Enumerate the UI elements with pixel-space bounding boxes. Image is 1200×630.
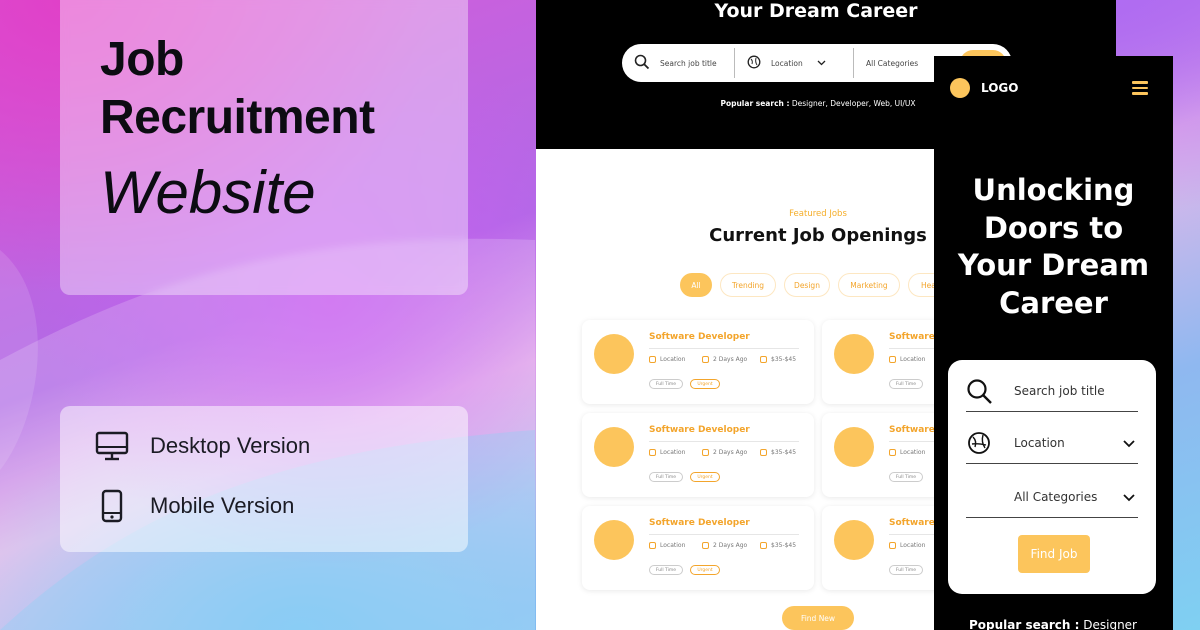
chevron-down-icon [1122,490,1136,504]
job-posted: 2 Days Ago [702,542,747,549]
job-posted: 2 Days Ago [702,356,747,363]
desktop-search-placeholder: Search job title [660,58,717,68]
job-type-tag: Full Time [889,379,923,389]
job-type-tag: Full Time [649,565,683,575]
location-icon [649,449,656,456]
urgent-tag: Urgent [690,379,720,389]
mobile-category-select[interactable]: All Categories [966,478,1138,518]
urgent-tag: Urgent [690,565,720,575]
mobile-version-label: Mobile Version [150,493,295,518]
job-location: Location [889,449,925,456]
desktop-popular-items: Designer, Developer, Web, UI/UX [789,99,916,108]
location-icon [649,542,656,549]
job-posted: 2 Days Ago [702,449,747,456]
job-location: Location [649,449,685,456]
job-title: Software Developer [649,518,750,528]
search-icon [966,378,994,406]
job-title: Software Developer [649,332,750,342]
location-icon [889,449,896,456]
title-website: Website [100,159,316,226]
chevron-down-icon [817,59,826,68]
calendar-icon [702,356,709,363]
job-title: Software [889,518,935,528]
job-type-tag: Full Time [889,565,923,575]
mobile-popular-label: Popular search : [969,618,1080,630]
desktop-location-select[interactable]: Location [735,44,853,82]
desktop-version-item: Desktop Version [94,428,310,464]
mobile-location-select[interactable]: Location [966,424,1138,464]
hamburger-menu-icon[interactable] [1132,81,1148,95]
job-salary: $35-$45 [760,449,796,456]
mobile-mockup: LOGO Unlocking Doors to Your Dream Caree… [934,56,1173,630]
desktop-popular-label: Popular search : [720,99,790,108]
title-recruitment: Recruitment [100,91,375,144]
company-logo [594,334,634,374]
find-job-button[interactable]: Find Job [1018,535,1090,573]
desktop-monitor-icon [94,428,130,464]
location-icon [889,542,896,549]
divider [649,534,799,535]
divider [649,441,799,442]
mobile-categories-label: All Categories [1014,490,1098,504]
mobile-phone-icon [94,488,130,524]
job-title: Software [889,425,935,435]
mobile-popular-search: Popular search : Designer [969,618,1137,630]
money-icon [760,449,767,456]
divider [649,348,799,349]
mobile-location-label: Location [1014,436,1065,450]
mobile-search-form: Search job title Location All Categories… [948,360,1156,594]
version-card: Desktop Version Mobile Version [60,406,468,552]
mobile-version-item: Mobile Version [94,488,294,524]
job-salary: $35-$45 [760,542,796,549]
job-location: Location [649,356,685,363]
desktop-categories-label: All Categories [866,58,919,68]
mobile-popular-first: Designer [1079,618,1137,630]
job-location: Location [649,542,685,549]
mobile-search-placeholder: Search job title [1014,384,1105,398]
job-salary: $35-$45 [760,356,796,363]
desktop-hero-title: Your Dream Career [714,0,918,22]
location-globe-icon [966,430,994,458]
filter-chip-design[interactable]: Design [784,273,830,297]
title-job: Job [100,33,184,86]
logo-text: LOGO [981,81,1019,95]
job-card[interactable]: Software Developer Location 2 Days Ago $… [582,506,814,590]
job-title: Software [889,332,935,342]
job-title: Software Developer [649,425,750,435]
filter-chip-marketing[interactable]: Marketing [838,273,900,297]
company-logo [834,520,874,560]
company-logo [594,427,634,467]
job-type-tag: Full Time [649,379,683,389]
location-icon [889,356,896,363]
company-logo [834,427,874,467]
location-globe-icon [747,55,761,71]
job-type-tag: Full Time [649,472,683,482]
job-location: Location [889,356,925,363]
job-location: Location [889,542,925,549]
job-type-tag: Full Time [889,472,923,482]
filter-chip-trending[interactable]: Trending [720,273,776,297]
chevron-down-icon [1122,436,1136,450]
urgent-tag: Urgent [690,472,720,482]
company-logo [834,334,874,374]
search-icon [634,54,650,72]
title-card: Job Recruitment Website [60,0,468,295]
find-new-button[interactable]: Find New [782,606,854,630]
calendar-icon [702,542,709,549]
money-icon [760,356,767,363]
calendar-icon [702,449,709,456]
desktop-search-field[interactable]: Search job title [622,44,734,82]
desktop-version-label: Desktop Version [150,433,311,458]
mobile-search-field[interactable]: Search job title [966,372,1138,412]
mobile-hero-title: Unlocking Doors to Your Dream Career [957,173,1150,320]
company-logo [594,520,634,560]
job-card[interactable]: Software Developer Location 2 Days Ago $… [582,320,814,404]
filter-chip-all[interactable]: All [680,273,712,297]
job-card[interactable]: Software Developer Location 2 Days Ago $… [582,413,814,497]
location-icon [649,356,656,363]
desktop-location-label: Location [771,58,803,68]
money-icon [760,542,767,549]
logo-mark-icon [950,78,970,98]
